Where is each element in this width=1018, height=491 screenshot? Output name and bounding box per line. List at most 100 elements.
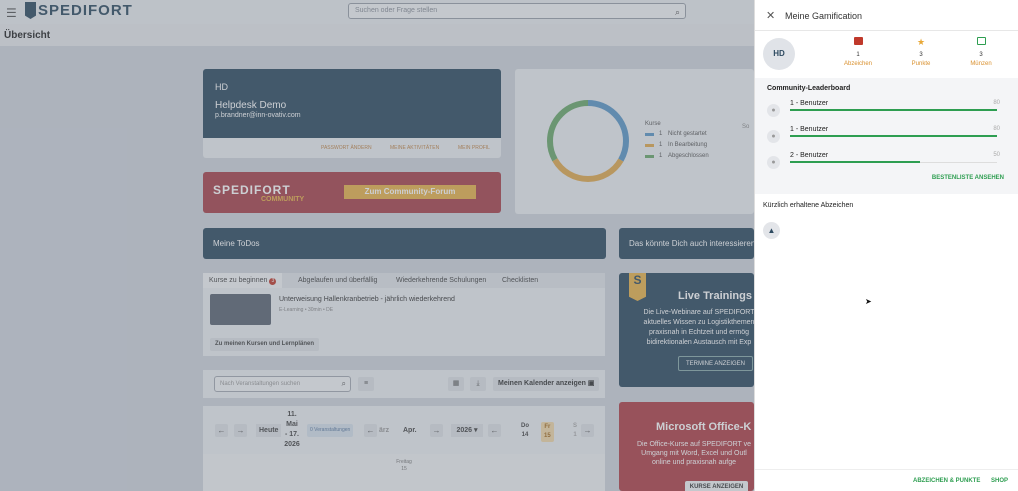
person-icon: ● [767,130,780,143]
menu-icon[interactable]: ☰ [6,6,17,20]
stat-badges[interactable]: 1 Abzeichen [833,37,883,67]
search-input[interactable]: Suchen oder Frage stellen ⌕ [348,3,686,19]
today-button[interactable]: Heute [256,424,282,437]
table-icon[interactable]: ▦ [448,377,464,391]
download-icon[interactable]: ⤓ [470,377,486,391]
ms-description: Die Office-Kurse auf SPEDIFORT ve Umgang… [637,441,751,466]
panel-footer: ABZEICHEN & PUNKTE SHOP [755,469,1018,491]
page-title: Übersicht [4,30,51,41]
leaderboard: Community-Leaderboard ● 1 - Benutzer 80 … [755,78,1018,194]
show-dates-button[interactable]: TERMINE ANZEIGEN [678,356,753,371]
close-icon[interactable]: ✕ [766,9,775,22]
course-meta: E-Learning • 30min • DE [279,307,334,313]
shop-link[interactable]: SHOP [991,478,1008,484]
arrow-left-icon[interactable]: ← [364,424,377,437]
leaderboard-value: 50 [993,152,1000,158]
panel-title: Meine Gamification [785,11,863,21]
legend-swatch [645,132,654,136]
arrow-left-icon[interactable]: ← [488,424,501,437]
show-calendar-button[interactable]: Meinen Kalender anzeigen ▣ [493,377,600,391]
leaderboard-bar [790,135,997,137]
stat-value: 1 [856,52,860,58]
day-view-label: Freitag 15 [396,459,412,472]
search-placeholder: Suchen oder Frage stellen [355,7,438,14]
arrow-left-icon[interactable]: ← [215,424,228,437]
sub-header: Übersicht [0,24,754,46]
tab-checklists[interactable]: Checklisten [502,277,538,284]
leaderboard-bar [790,161,921,163]
todos-title: Meine ToDos [213,239,260,248]
stat-label: Abzeichen [843,61,873,67]
my-activities-link[interactable]: MEINE AKTIVITÄTEN [390,145,439,151]
user-name: Helpdesk Demo [215,100,287,111]
search-icon[interactable]: ⌕ [675,5,680,19]
coin-icon [956,37,1006,49]
stat-value: 3 [919,52,923,58]
view-leaderboard-link[interactable]: BESTENLISTE ANSEHEN [932,175,1004,181]
legend-row: 1 Nicht gestartet [645,130,709,138]
arrow-right-icon[interactable]: → [581,424,594,437]
stat-label: Münzen [970,61,992,67]
leaderboard-name: 2 - Benutzer [790,152,829,159]
legend-count: 1 [659,142,663,148]
day-saturday[interactable]: S1 [573,422,577,440]
legend-label: In Bearbeitung [668,142,708,148]
arrow-right-icon[interactable]: → [234,424,247,437]
logo-mark [25,2,36,19]
leaderboard-title: Community-Leaderboard [767,85,851,92]
panel-header: ✕ Meine Gamification [755,0,1018,31]
leaderboard-value: 80 [993,126,1000,132]
community-banner[interactable]: SPEDIFORT COMMUNITY Zum Community-Forum [203,172,501,213]
day-thursday[interactable]: Do 14 [521,422,529,440]
stat-points[interactable]: ★ 3 Punkte [896,37,946,67]
community-forum-button[interactable]: Zum Community-Forum [344,185,476,199]
interest-header: Das könnte Dich auch interessieren [619,228,756,259]
tab-badge: 3 [269,278,277,285]
leaderboard-track [790,135,997,137]
month-label: Apr. [403,427,417,434]
stat-coins[interactable]: 3 Münzen [956,37,1006,67]
date-range: 11. Mai - 17. 2026 [284,411,300,448]
course-thumbnail[interactable] [210,294,271,325]
todos-header: Meine ToDos [203,228,606,259]
banner-brand: SPEDIFORT [213,183,291,197]
stat-label: Punkte [911,61,931,67]
my-profile-link[interactable]: MEIN PROFIL [458,145,490,151]
interest-title: Das könnte Dich auch interessieren [629,239,756,248]
legend-row: 1 In Bearbeitung [645,141,709,149]
course-list: Unterweisung Hallenkranbetrieb - jährlic… [203,288,605,356]
badges-points-link[interactable]: ABZEICHEN & PUNKTE [913,478,980,484]
logo-text: SPEDIFORT [38,2,133,19]
leaderboard-bar [790,109,997,111]
legend-label: Nicht gestartet [668,131,707,137]
recent-badges-title: Kürzlich erhaltene Abzeichen [763,202,854,209]
events-search-input[interactable]: Nach Veranstaltungen suchen ⌕ [214,376,351,392]
ms-office-card: Microsoft Office-K Die Office-Kurse auf … [619,402,754,491]
my-courses-button[interactable]: Zu meinen Kursen und Lernplänen [210,338,320,351]
recent-badge-icon[interactable]: ▲ [763,222,780,239]
tab-courses-to-start[interactable]: Kurse zu beginnen 3 [203,273,283,288]
leaderboard-row: ● 2 - Benutzer 50 [767,152,1012,172]
day-friday[interactable]: Fr 15 [541,422,554,442]
calendar-day-view: Freitag 15 [203,454,605,491]
calendar: ← → Heute 11. Mai - 17. 2026 0 Veranstaltun… [203,406,605,491]
logo[interactable]: SPEDIFORT [25,2,133,19]
live-trainings-card: S Live Trainings Die Live-Webinare auf S… [619,273,754,387]
year-select[interactable]: 2026 ▾ [451,424,483,437]
todo-tabs: Kurse zu beginnen 3 Abgelaufen und überfä… [203,273,605,288]
leaderboard-row: ● 1 - Benutzer 80 [767,126,1012,146]
live-title: Live Trainings [678,290,752,302]
tab-expired-overdue[interactable]: Abgelaufen und überfällig [298,277,377,284]
person-icon: ● [767,104,780,117]
tab-recurring-trainings[interactable]: Wiederkehrende Schulungen [396,277,486,284]
course-title[interactable]: Unterweisung Hallenkranbetrieb - jährlic… [279,296,455,303]
show-courses-button[interactable]: KURSE ANZEIGEN [685,481,748,491]
legend-title: Kurse [645,121,661,127]
arrow-right-icon[interactable]: → [430,424,443,437]
filter-icon[interactable]: ≡ [358,377,374,391]
change-password-link[interactable]: PASSWORT ÄNDERN [321,145,372,151]
leaderboard-value: 80 [993,100,1000,106]
top-bar: ☰ SPEDIFORT Suchen oder Frage stellen ⌕ [0,0,754,24]
legend-row: 1 Abgeschlossen [645,152,709,160]
search-icon[interactable]: ⌕ [342,377,346,391]
